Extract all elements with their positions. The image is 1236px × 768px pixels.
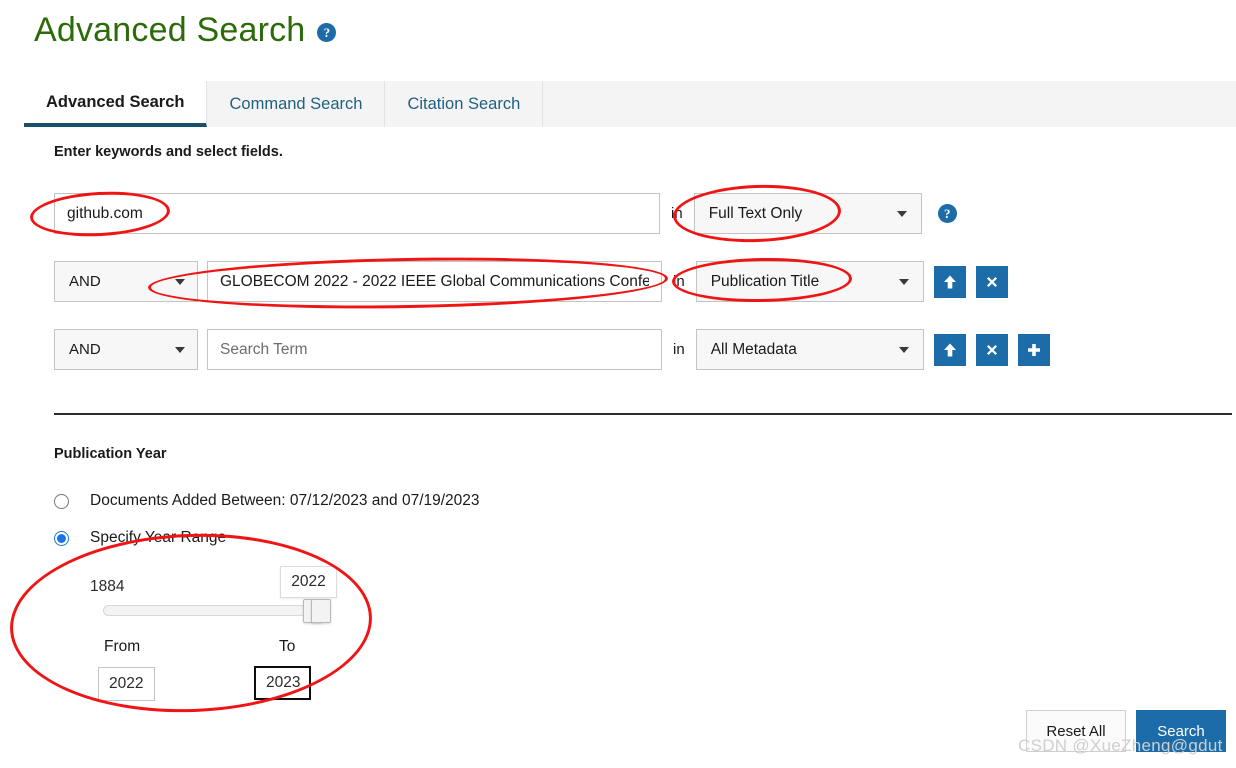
chevron-down-icon (175, 346, 185, 353)
radio-dot (57, 533, 66, 543)
slider-min-label: 1884 (90, 578, 125, 595)
field-select-1[interactable]: Full Text Only (693, 193, 922, 234)
move-up-button-2[interactable] (933, 265, 966, 298)
chevron-down-icon (175, 278, 185, 285)
search-term-placeholder-3: Search Term (220, 340, 308, 358)
slider-value-tooltip: 2022 (280, 566, 337, 598)
help-circle-icon[interactable]: ? (317, 22, 337, 42)
close-x-icon (983, 341, 1001, 359)
search-row-1: Search Term github.com in Full Text Only… (54, 193, 957, 234)
remove-row-button-3[interactable] (975, 333, 1008, 366)
field-select-2[interactable]: Publication Title (695, 261, 924, 302)
annotation-ellipse-year-range (7, 527, 375, 719)
in-word-2: in (673, 273, 685, 290)
remove-row-button-2[interactable] (975, 265, 1008, 298)
search-row-2: AND Search Term GLOBECOM 2022 - 2022 IEE… (54, 261, 1008, 302)
chevron-down-icon (896, 210, 907, 217)
section-divider (54, 413, 1232, 415)
search-term-input-2[interactable]: Search Term GLOBECOM 2022 - 2022 IEEE Gl… (207, 261, 662, 302)
plus-icon (1025, 341, 1043, 359)
radio-label-specify-year-range: Specify Year Range (90, 529, 227, 546)
search-button[interactable]: Search (1136, 710, 1226, 752)
search-term-input-1[interactable]: Search Term github.com (54, 193, 660, 234)
radio-button-checked-icon (54, 530, 69, 546)
instruction-text: Enter keywords and select fields. (54, 144, 283, 160)
up-arrow-icon (941, 341, 959, 359)
tab-advanced-search[interactable]: Advanced Search (24, 81, 208, 127)
reset-all-button[interactable]: Reset All (1026, 710, 1126, 752)
radio-specify-year-range[interactable]: Specify Year Range (54, 529, 226, 547)
help-circle-icon-row1[interactable]: ? (937, 204, 957, 223)
page-title: Advanced Search (34, 11, 306, 49)
add-row-button-3[interactable] (1017, 333, 1050, 366)
search-row-3: AND Search Term in All Metadata (54, 329, 1050, 370)
chevron-down-icon (898, 346, 909, 353)
to-year-input[interactable]: 2023 (254, 666, 311, 700)
search-term-value-1: github.com (67, 204, 143, 222)
search-term-label-2: Search Term (220, 262, 289, 265)
year-range-slider-track[interactable] (103, 605, 324, 616)
tab-citation-search[interactable]: Citation Search (385, 81, 544, 127)
in-word-1: in (671, 205, 683, 222)
boolean-select-2[interactable]: AND (54, 261, 198, 302)
tab-bar: Advanced Search Command Search Citation … (24, 81, 1236, 127)
from-label: From (104, 638, 141, 655)
boolean-select-value-3: AND (69, 341, 101, 358)
search-term-value-2: GLOBECOM 2022 - 2022 IEEE Global Communi… (220, 272, 649, 290)
field-select-value-1: Full Text Only (708, 204, 803, 222)
to-label: To (279, 638, 296, 655)
field-select-3[interactable]: All Metadata (695, 329, 924, 370)
field-select-value-3: All Metadata (710, 340, 797, 358)
search-term-label-1: Search Term (67, 194, 136, 197)
radio-documents-added-between[interactable]: Documents Added Between: 07/12/2023 and … (54, 492, 480, 510)
tab-command-search[interactable]: Command Search (207, 81, 386, 127)
boolean-select-3[interactable]: AND (54, 329, 198, 370)
move-up-button-3[interactable] (933, 333, 966, 366)
boolean-select-value-2: AND (69, 273, 101, 290)
in-word-3: in (673, 341, 685, 358)
field-select-value-2: Publication Title (710, 272, 820, 290)
close-x-icon (983, 273, 1001, 291)
from-year-input[interactable]: 2022 (98, 667, 155, 701)
page-header: Advanced Search ? (34, 10, 337, 50)
search-term-input-3[interactable]: Search Term (207, 329, 662, 370)
chevron-down-icon (898, 278, 909, 285)
radio-button-unchecked-icon (54, 493, 69, 509)
publication-year-title: Publication Year (54, 446, 167, 462)
year-range-slider-thumb-to[interactable] (311, 599, 331, 623)
up-arrow-icon (941, 273, 959, 291)
advanced-search-page: Advanced Search ? Advanced Search Comman… (0, 0, 1236, 768)
radio-label-documents-added: Documents Added Between: 07/12/2023 and … (90, 492, 480, 509)
